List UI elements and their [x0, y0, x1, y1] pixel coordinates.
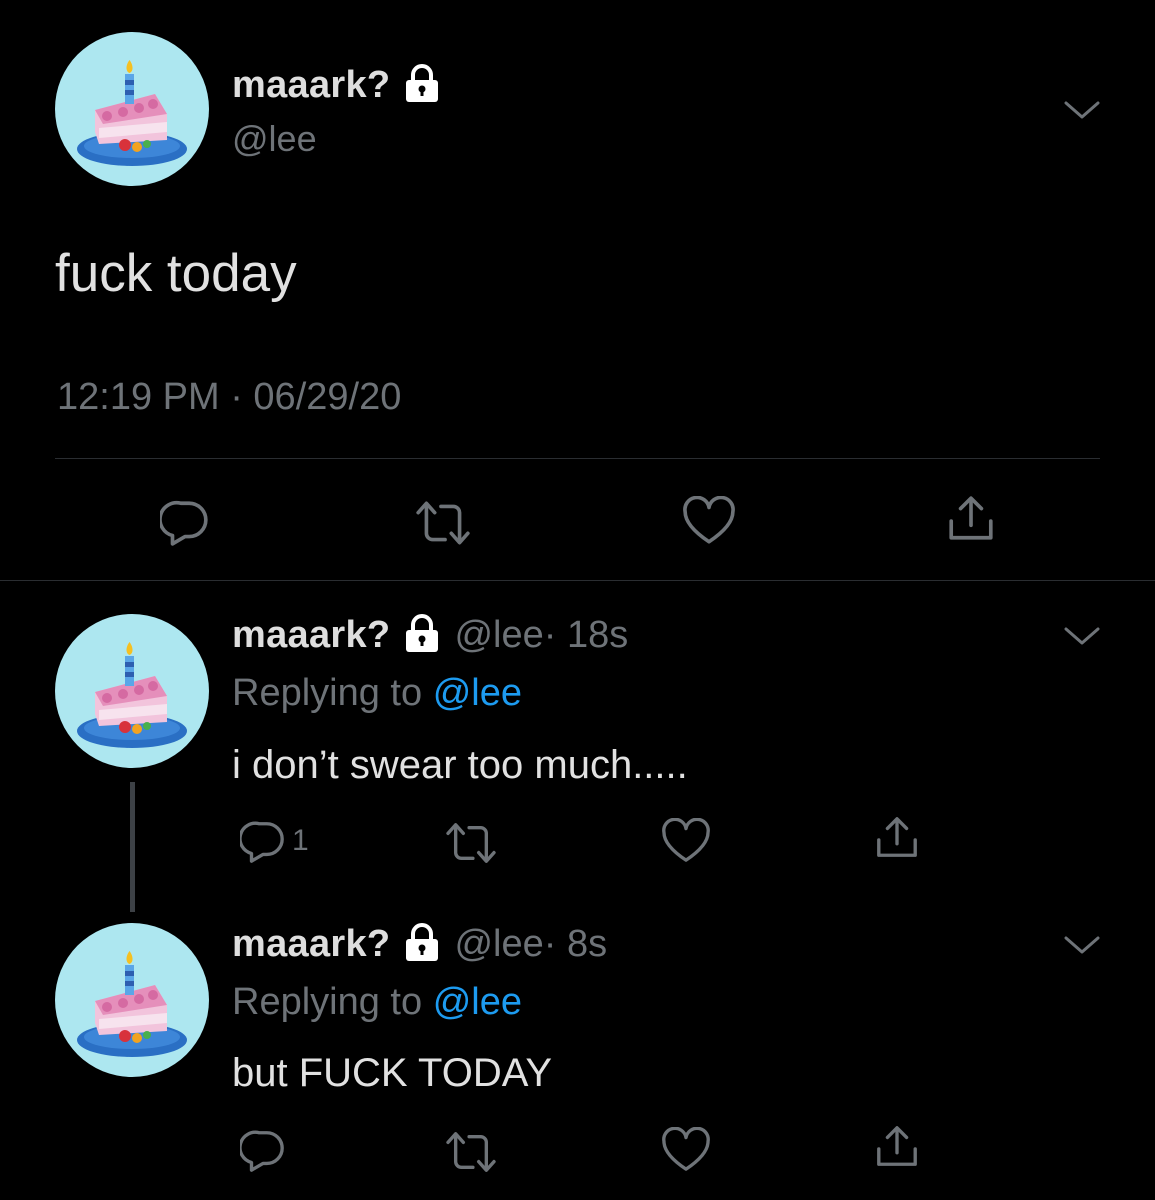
chevron-down-icon[interactable] — [1064, 100, 1100, 120]
share-icon[interactable] — [946, 494, 996, 544]
relative-time[interactable]: · 8s — [544, 923, 607, 966]
tweet-timestamp[interactable]: 12:19 PM · 06/29/20 — [57, 376, 401, 419]
reply-button[interactable] — [240, 1127, 286, 1173]
replying-label: Replying to — [232, 672, 423, 714]
retweet-icon[interactable] — [444, 820, 498, 866]
heart-icon[interactable] — [661, 1127, 711, 1173]
author-handle[interactable]: @lee — [454, 923, 543, 966]
divider — [55, 458, 1100, 459]
share-icon[interactable] — [874, 815, 920, 861]
reply-header: maaark? @lee · 18s — [232, 614, 628, 657]
tweet-text: but FUCK TODAY — [232, 1051, 553, 1095]
avatar[interactable] — [55, 923, 209, 1077]
display-name[interactable]: maaark? — [232, 923, 390, 966]
chevron-down-icon[interactable] — [1064, 626, 1100, 646]
cake-avatar-image — [55, 32, 209, 186]
display-name[interactable]: maaark? — [232, 614, 390, 657]
avatar[interactable] — [55, 614, 209, 768]
chevron-down-icon[interactable] — [1064, 935, 1100, 955]
relative-time[interactable]: · 18s — [544, 614, 628, 657]
lock-icon — [402, 923, 442, 963]
lock-icon — [402, 614, 442, 654]
reply-icon — [240, 818, 286, 864]
avatar[interactable] — [55, 32, 209, 186]
reply-button[interactable]: 1 — [240, 818, 309, 864]
cake-avatar-image — [55, 614, 209, 768]
lock-icon — [402, 64, 442, 104]
replying-to: Replying to @lee — [232, 981, 522, 1024]
reply-count: 1 — [292, 824, 309, 857]
retweet-icon[interactable] — [444, 1129, 498, 1175]
heart-icon[interactable] — [661, 818, 711, 864]
author-handle[interactable]: @lee — [454, 614, 543, 657]
share-icon[interactable] — [874, 1124, 920, 1170]
section-divider — [0, 580, 1155, 581]
reply-icon — [240, 1127, 286, 1173]
reply-header: maaark? @lee · 8s — [232, 923, 607, 966]
reply-icon[interactable] — [160, 497, 210, 547]
retweet-icon[interactable] — [414, 498, 472, 548]
replying-to: Replying to @lee — [232, 672, 522, 715]
mention-link[interactable]: @lee — [433, 981, 522, 1023]
author-handle[interactable]: @lee — [232, 118, 317, 160]
cake-avatar-image — [55, 923, 209, 1077]
tweet-text: i don’t swear too much..... — [232, 743, 688, 787]
heart-icon[interactable] — [682, 496, 736, 546]
thread-connector-line — [130, 782, 135, 912]
replying-label: Replying to — [232, 981, 423, 1023]
display-name: maaark? — [232, 64, 391, 106]
author-name[interactable]: maaark? — [232, 64, 442, 107]
tweet-text: fuck today — [55, 244, 297, 303]
mention-link[interactable]: @lee — [433, 672, 522, 714]
